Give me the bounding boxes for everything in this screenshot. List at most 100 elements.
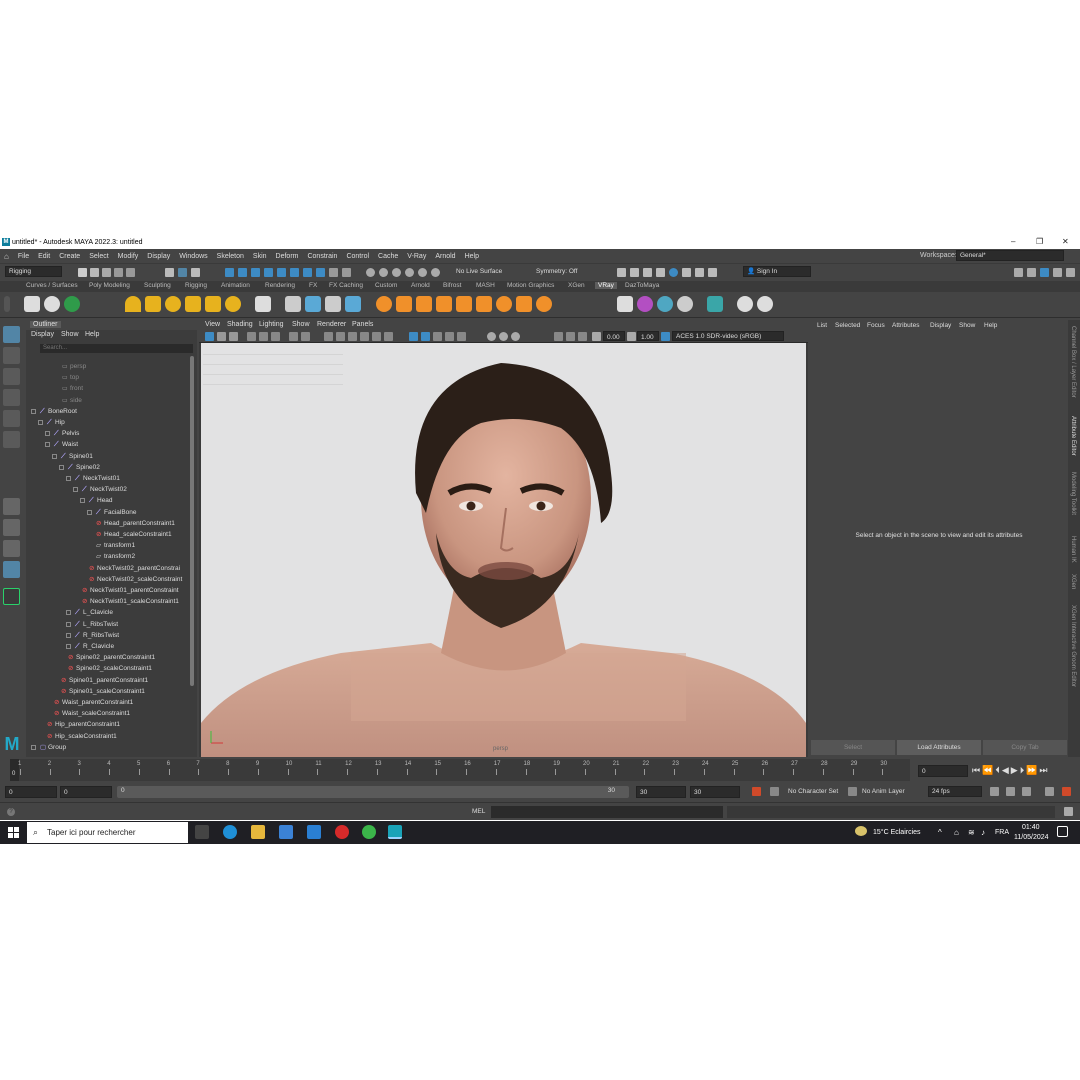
live-surface-label[interactable]: No Live Surface: [456, 268, 502, 275]
outliner-node[interactable]: ⟋ Head: [80, 495, 113, 506]
menuset-dropdown[interactable]: Rigging: [5, 266, 62, 277]
shelf-tab-fx-caching[interactable]: FX Caching: [329, 282, 363, 289]
history-icon[interactable]: [366, 268, 375, 277]
exposure-icon-2[interactable]: [592, 332, 601, 341]
attr-menu-help[interactable]: Help: [984, 322, 997, 329]
render-frame-icon[interactable]: [617, 268, 626, 277]
color-management-icon[interactable]: [661, 332, 670, 341]
anim-layer-icon[interactable]: [848, 787, 857, 796]
vray-sphere-icon[interactable]: [496, 296, 512, 312]
wifi-icon[interactable]: ≋: [968, 828, 975, 837]
expand-toggle-icon[interactable]: [59, 464, 64, 470]
character-set-label[interactable]: No Character Set: [788, 788, 838, 795]
wire-on-shaded-icon[interactable]: [348, 332, 357, 341]
outliner-node[interactable]: ⟋ FacialBone: [87, 507, 137, 518]
vray-plane-icon[interactable]: [255, 296, 271, 312]
shelf-tab-daztomaya[interactable]: DazToMaya: [625, 282, 659, 289]
side-layout-icon[interactable]: [3, 540, 20, 557]
dome-light-icon[interactable]: [125, 296, 141, 312]
outliner-node[interactable]: ⊘ Spine01_scaleConstraint1: [61, 686, 145, 697]
preferences-icon[interactable]: [1062, 787, 1071, 796]
range-bar[interactable]: 0 30: [117, 786, 629, 798]
playback-start-field[interactable]: 0: [60, 786, 112, 798]
outliner-menu-display[interactable]: Display: [31, 331, 54, 338]
outliner-node[interactable]: ⟋ L_Clavicle: [66, 607, 113, 618]
vray-fur-icon[interactable]: [416, 296, 432, 312]
snap-curve-icon[interactable]: [238, 268, 247, 277]
select-button[interactable]: Select: [811, 740, 895, 755]
outliner-node[interactable]: ⟋ Spine01: [52, 451, 93, 462]
expand-toggle-icon[interactable]: [66, 632, 71, 638]
four-view-layout-icon[interactable]: [3, 519, 20, 536]
shelf-tab-sculpting[interactable]: Sculpting: [144, 282, 171, 289]
vray-vfb-shelf-icon[interactable]: [64, 296, 80, 312]
render-seq-icon[interactable]: [630, 268, 639, 277]
outliner-node[interactable]: ⟋ Waist: [45, 439, 78, 450]
expand-toggle-icon[interactable]: [38, 420, 43, 425]
side-tab-modeling-toolkit[interactable]: Modeling Toolkit: [1070, 472, 1076, 515]
side-tab-xgen[interactable]: XGen: [1070, 574, 1076, 589]
ipr-icon[interactable]: [431, 268, 440, 277]
expand-toggle-icon[interactable]: [31, 408, 36, 414]
image-plane-icon[interactable]: [247, 332, 256, 341]
shelf-tab-curves-surfaces[interactable]: Curves / Surfaces: [26, 282, 78, 289]
shelf-tab-mash[interactable]: MASH: [476, 282, 495, 289]
vray-help-icon[interactable]: [737, 296, 753, 312]
workspace-dropdown[interactable]: General*: [956, 250, 1064, 261]
lock-icon[interactable]: [329, 268, 338, 277]
attr-menu-show[interactable]: Show: [959, 322, 975, 329]
open-scene-icon[interactable]: [90, 268, 99, 277]
mail-icon[interactable]: [307, 825, 321, 839]
menu-control[interactable]: Control: [346, 253, 369, 260]
proxy-import-icon[interactable]: [305, 296, 321, 312]
animation-start-field[interactable]: 0: [5, 786, 57, 798]
shelf-tab-vray[interactable]: VRay: [595, 282, 617, 289]
outliner-node[interactable]: ⊘ Hip_parentConstraint1: [47, 719, 120, 730]
select-tool-icon[interactable]: [3, 326, 20, 343]
menu-constrain[interactable]: Constrain: [307, 253, 337, 260]
save-scene-icon[interactable]: [102, 268, 111, 277]
magnet-icon[interactable]: [342, 268, 351, 277]
vray-lightlister-icon[interactable]: [617, 296, 633, 312]
outliner-node[interactable]: ▭ side: [62, 395, 82, 406]
outliner-node[interactable]: ⊘ Spine01_parentConstraint1: [61, 675, 148, 686]
toggle-outliner-icon[interactable]: [1066, 268, 1075, 277]
bookmarks-icon[interactable]: [229, 332, 238, 341]
vray-scene-assets-icon[interactable]: [677, 296, 693, 312]
outliner-scrollbar[interactable]: [190, 356, 194, 686]
outliner-node[interactable]: ⟋ Pelvis: [45, 428, 79, 439]
snap-view-icon[interactable]: [264, 268, 273, 277]
xray-icon[interactable]: [409, 332, 418, 341]
snap-live-icon[interactable]: [316, 268, 325, 277]
output-ops-icon[interactable]: [392, 268, 401, 277]
shelf-tab-animation[interactable]: Animation: [221, 282, 250, 289]
render-settings-icon[interactable]: [643, 268, 652, 277]
network-icon[interactable]: ⌂: [954, 828, 959, 837]
move-tool-icon[interactable]: [3, 389, 20, 406]
outliner-node[interactable]: ⊘ Waist_parentConstraint1: [54, 697, 133, 708]
edge-icon[interactable]: [223, 825, 237, 839]
hypershade-icon[interactable]: [656, 268, 665, 277]
vray-grid-icon[interactable]: [456, 296, 472, 312]
store-icon[interactable]: [279, 825, 293, 839]
viewport-menu-panels[interactable]: Panels: [352, 321, 373, 328]
resolution-gate-icon[interactable]: [289, 332, 298, 341]
expand-toggle-icon[interactable]: [87, 509, 92, 515]
camera-attributes-icon[interactable]: [217, 332, 226, 341]
attr-menu-attributes[interactable]: Attributes: [892, 322, 919, 329]
expand-toggle-icon[interactable]: [45, 431, 50, 437]
playback-end-field[interactable]: 30: [636, 786, 686, 798]
shelf-tab-motion-graphics[interactable]: Motion Graphics: [507, 282, 554, 289]
go-to-end-icon[interactable]: ⏭: [1039, 765, 1049, 775]
sphere-light-icon[interactable]: [165, 296, 181, 312]
safe-action-icon[interactable]: [566, 332, 575, 341]
taskbar-search-input[interactable]: ⌕ Taper ici pour rechercher: [27, 822, 188, 843]
shelf-tab-rendering[interactable]: Rendering: [265, 282, 295, 289]
menu-modify[interactable]: Modify: [118, 253, 139, 260]
expand-toggle-icon[interactable]: [45, 442, 50, 448]
command-input[interactable]: [491, 806, 723, 818]
shelf-tab-rigging[interactable]: Rigging: [185, 282, 207, 289]
vray-clipper-icon[interactable]: [476, 296, 492, 312]
shelf-menu-icon[interactable]: [4, 296, 10, 312]
outliner-node[interactable]: ▱ transform1: [96, 540, 135, 551]
